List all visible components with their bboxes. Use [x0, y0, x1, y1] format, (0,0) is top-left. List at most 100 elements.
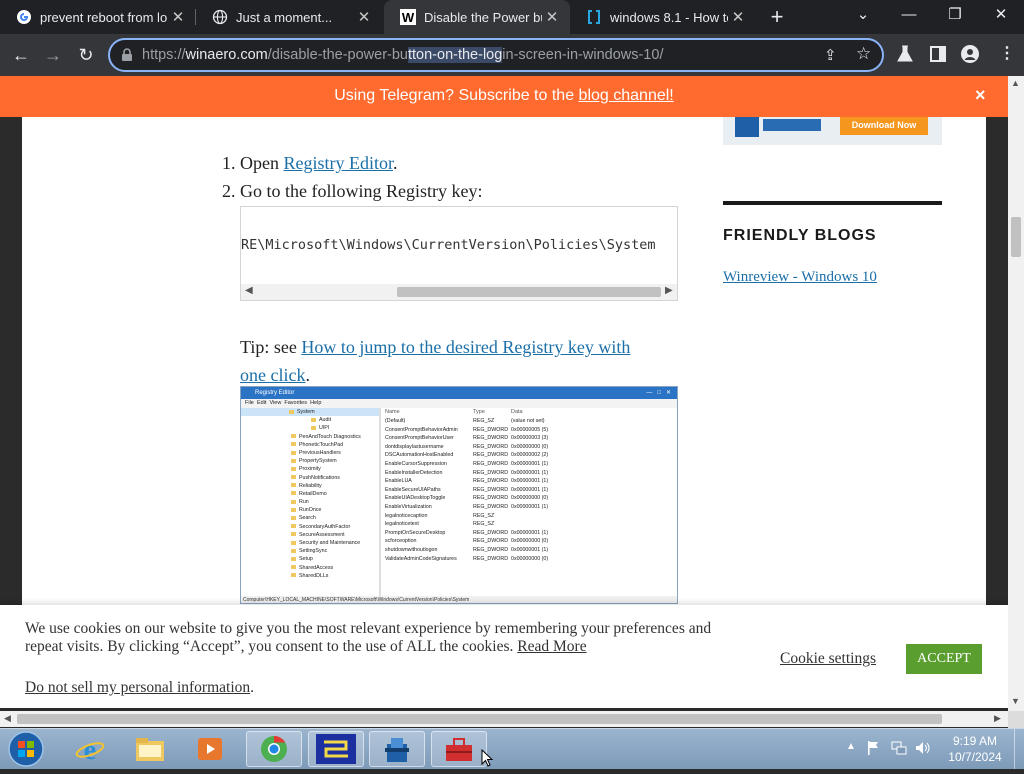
windows-orb-icon	[8, 731, 44, 767]
regedit-tree-item: Security and Maintenance	[241, 539, 379, 547]
regedit-statusbar: Computer\HKEY_LOCAL_MACHINE\SOFTWARE\Mic…	[241, 596, 677, 603]
regedit-columns: Name Type Data	[385, 409, 523, 415]
bookmark-star-icon[interactable]: ☆	[856, 44, 871, 64]
forward-button[interactable]: →	[40, 42, 66, 68]
cookie-settings-link[interactable]: Cookie settings	[780, 650, 876, 668]
regedit-value-row: legalnoticetext REG_SZ	[385, 521, 495, 528]
code-scroll-thumb[interactable]	[397, 287, 661, 297]
restore-button[interactable]: ❐	[932, 0, 978, 30]
show-hidden-icons-icon[interactable]: ▲	[846, 741, 856, 752]
read-more-link[interactable]: Read More	[517, 638, 586, 655]
internet-explorer-icon[interactable]: e	[62, 731, 118, 767]
accept-button[interactable]: ACCEPT	[906, 644, 982, 674]
do-not-sell-link[interactable]: Do not sell my personal information	[25, 679, 250, 696]
download-now-button[interactable]: Download Now	[840, 117, 928, 135]
close-window-button[interactable]: ✕	[978, 0, 1024, 30]
regedit-tree-item: UIPI	[241, 424, 379, 432]
folder-icon	[291, 475, 296, 480]
reload-button[interactable]: ↻	[73, 42, 99, 68]
vertical-scroll-thumb[interactable]	[1011, 217, 1021, 257]
svg-text:W: W	[402, 10, 415, 25]
address-bar[interactable]: https://winaero.com/disable-the-power-bu…	[108, 38, 884, 72]
scroll-down-icon[interactable]: ▼	[1011, 696, 1020, 706]
code-horizontal-scrollbar[interactable]: ◀ ▶	[241, 284, 677, 300]
regedit-menu: File Edit View Favorites Help	[241, 399, 677, 408]
minimize-button[interactable]: —	[886, 0, 932, 30]
back-button[interactable]: ←	[8, 42, 34, 68]
media-player-icon[interactable]	[182, 731, 238, 767]
file-explorer-icon[interactable]	[122, 731, 178, 767]
scroll-up-icon[interactable]: ▲	[1011, 78, 1020, 88]
globe-icon	[212, 9, 228, 25]
tab-just-a-moment[interactable]: Just a moment... ✕	[196, 0, 382, 34]
volume-icon[interactable]	[914, 740, 932, 761]
app-installer-taskbar-icon[interactable]	[369, 731, 425, 767]
tab-disable-power-button[interactable]: W Disable the Power butt ✕	[384, 0, 570, 34]
hscroll-left-icon[interactable]: ◀	[4, 713, 11, 724]
regedit-tree-item: Search	[241, 514, 379, 522]
new-tab-button[interactable]: +	[764, 5, 790, 29]
tab-search-chevron-icon[interactable]: ⌄	[840, 0, 886, 30]
hscroll-right-icon[interactable]: ▶	[994, 713, 1001, 724]
regedit-value-row: legalnoticecaption REG_SZ	[385, 512, 495, 519]
close-tab-icon[interactable]: ✕	[354, 8, 374, 26]
action-center-flag-icon[interactable]	[866, 740, 880, 761]
tab-windows-81[interactable]: windows 8.1 - How to ✕	[570, 0, 756, 34]
regedit-tree-item: SecondaryAuthFactor	[241, 523, 379, 531]
regedit-value-row: EnableInstallerDetection REG_DWORD 0x00000…	[385, 469, 549, 476]
regedit-tree-item: PenAndTouch Diagnostics	[241, 433, 379, 441]
ad-box-icon	[735, 117, 759, 137]
regedit-value-row: EnableVirtualization REG_DWORD 0x00000001 …	[385, 503, 549, 510]
menu-kebab-icon[interactable]: ⋮	[999, 43, 1015, 63]
folder-icon	[291, 450, 296, 455]
winaero-w-icon: W	[400, 9, 416, 25]
regedit-tree-item: SecureAssessment	[241, 531, 379, 539]
cookie-consent-banner: We use cookies on our website to give yo…	[0, 605, 1008, 708]
superuser-icon	[586, 9, 602, 25]
horizontal-scroll-thumb[interactable]	[17, 714, 942, 724]
share-icon[interactable]: ⇪	[824, 46, 837, 64]
folder-icon	[291, 466, 296, 471]
regedit-value-row: (Default) REG_SZ (value not set)	[385, 418, 545, 424]
close-tab-icon[interactable]: ✕	[728, 8, 748, 26]
profile-avatar-icon[interactable]	[961, 45, 979, 68]
show-desktop-button[interactable]	[1014, 729, 1024, 769]
regedit-tree-item: Setup	[241, 555, 379, 563]
registry-key-code-box[interactable]: RE\Microsoft\Windows\CurrentVersion\Poli…	[240, 206, 678, 301]
extensions-flask-icon[interactable]	[897, 45, 913, 68]
jump-registry-key-link[interactable]: How to jump to the desired Registry key …	[240, 337, 630, 385]
system-clock[interactable]: 9:19 AM 10/7/2024	[940, 733, 1010, 765]
clock-time: 9:19 AM	[952, 734, 998, 748]
start-button[interactable]	[4, 729, 48, 769]
toolbox-taskbar-icon[interactable]	[431, 731, 487, 767]
regedit-tree-item: RunOnce	[241, 506, 379, 514]
close-tab-icon[interactable]: ✕	[168, 8, 188, 26]
blog-channel-link[interactable]: blog channel!	[579, 87, 674, 104]
scroll-left-icon[interactable]: ◀	[245, 285, 253, 296]
tab-title: Disable the Power butt	[424, 9, 542, 25]
sidebar-ad-banner[interactable]: Download Now	[723, 117, 942, 145]
registry-editor-link[interactable]: Registry Editor	[284, 153, 394, 173]
tab-title: windows 8.1 - How to	[610, 9, 728, 25]
regedit-tree-item: SettingSync	[241, 547, 379, 555]
regedit-tree-item: PhoneticTouchPad	[241, 441, 379, 449]
side-panel-icon[interactable]	[930, 46, 946, 67]
page-horizontal-scrollbar[interactable]: ◀ ▶	[0, 711, 1008, 727]
scroll-right-icon[interactable]: ▶	[665, 285, 673, 296]
winreview-link[interactable]: Winreview - Windows 10	[723, 269, 877, 286]
page-vertical-scrollbar[interactable]: ▲ ▼	[1008, 76, 1024, 712]
folder-icon	[291, 516, 296, 521]
folder-icon	[291, 540, 296, 545]
network-icon[interactable]	[890, 740, 908, 761]
regedit-tree-item: Run	[241, 498, 379, 506]
code-app-taskbar-icon[interactable]	[308, 731, 364, 767]
chrome-taskbar-icon[interactable]	[246, 731, 302, 767]
close-notice-button[interactable]: ×	[975, 85, 986, 106]
regedit-value-row: shutdownwithoutlogon REG_DWORD 0x00000001 …	[385, 546, 549, 553]
url-text: https://winaero.com/disable-the-power-bu…	[142, 47, 664, 63]
browser-tab-bar: prevent reboot from lo ✕ Just a moment..…	[0, 0, 1024, 34]
tab-prevent-reboot[interactable]: prevent reboot from lo ✕	[0, 0, 196, 34]
close-tab-icon[interactable]: ✕	[542, 8, 562, 26]
lock-icon[interactable]	[121, 48, 133, 67]
regedit-value-row: EnableUIADesktopToggle REG_DWORD 0x0000000…	[385, 495, 549, 502]
